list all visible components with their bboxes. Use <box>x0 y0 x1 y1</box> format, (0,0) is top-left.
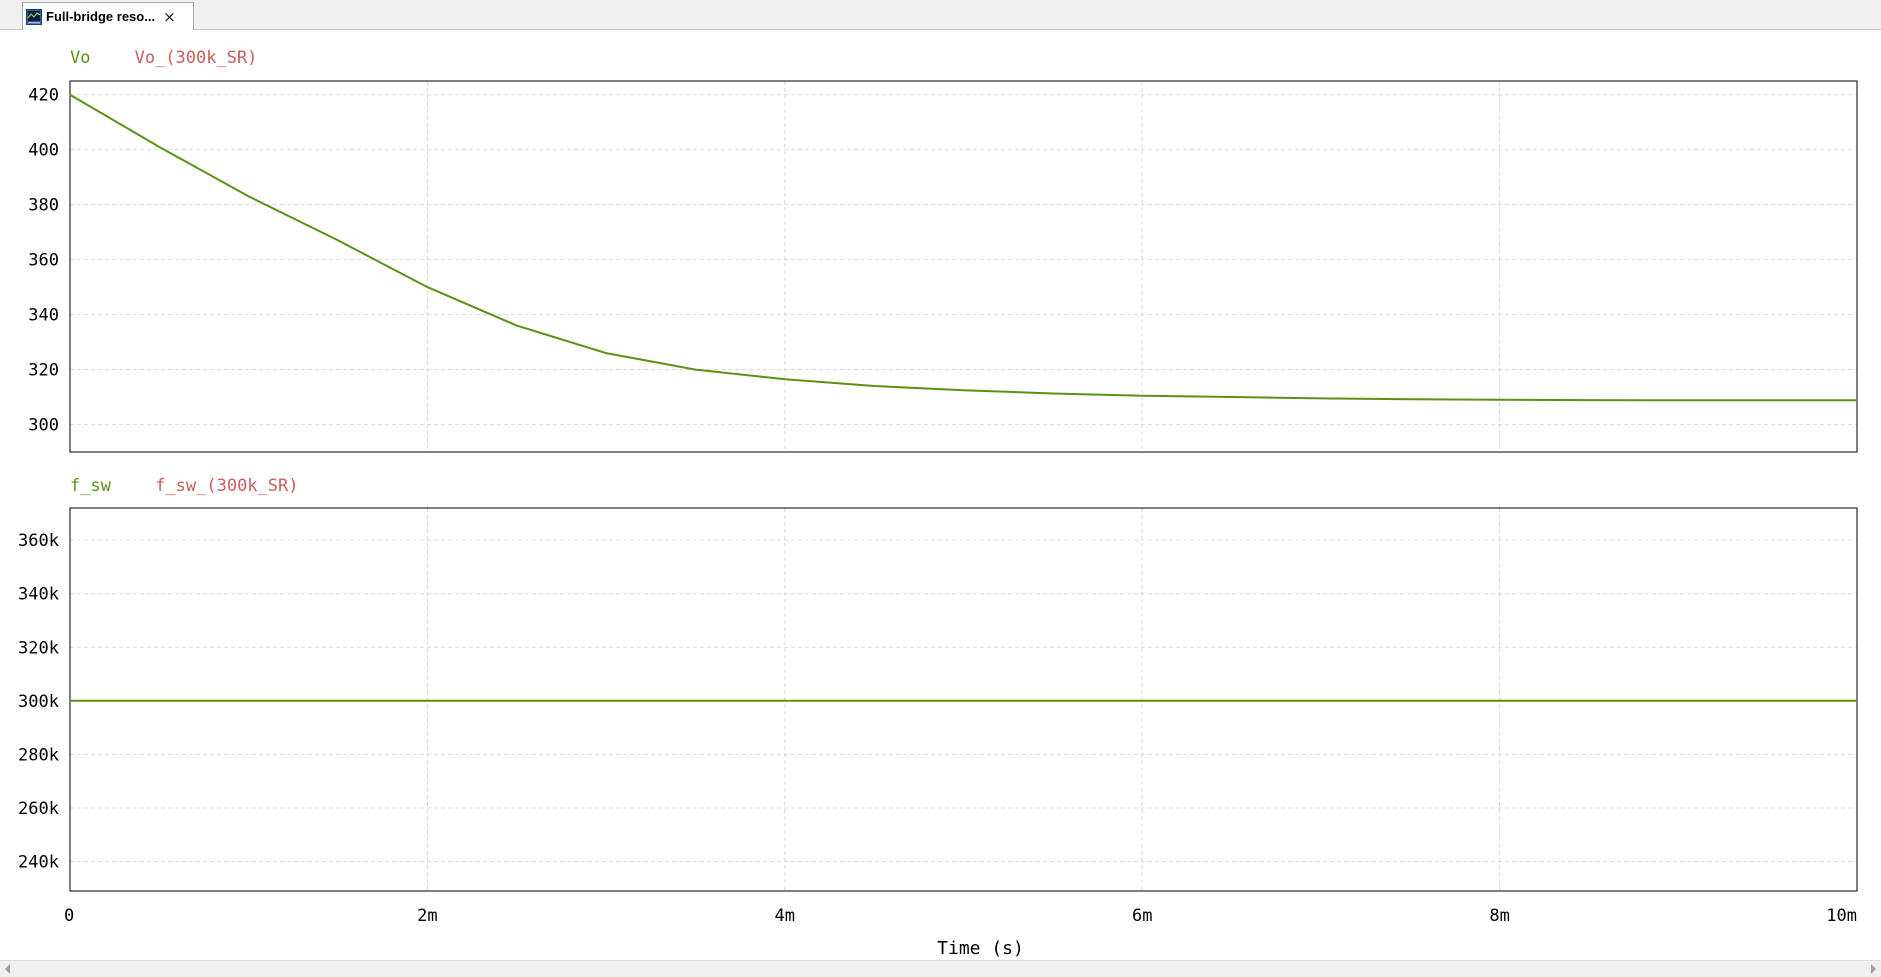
document-tab[interactable]: Full-bridge reso... × <box>22 2 194 30</box>
y-tick-label: 280k <box>18 745 59 765</box>
x-tick-label: 10m <box>1826 906 1857 926</box>
y-tick-label: 260k <box>18 799 59 819</box>
y-tick-label: 420 <box>28 86 59 106</box>
x-axis-label: Time (s) <box>937 938 1024 959</box>
waveform-plot-area: 300 320 340 360 380 400 420 Vo Vo_(300k_SR) 240k… <box>18 48 1858 959</box>
y-tick-label: 400 <box>28 141 59 161</box>
vo-panel: 300 320 340 360 380 400 420 Vo Vo_(300k_SR) <box>28 48 1858 453</box>
y-tick-label: 320k <box>18 638 59 658</box>
scroll-left-icon[interactable] <box>5 964 10 974</box>
y-tick-label: 380 <box>28 196 59 216</box>
y-tick-label: 360k <box>18 531 59 551</box>
y-tick-label: 360 <box>28 251 59 271</box>
x-tick-label: 6m <box>1132 906 1152 926</box>
x-tick-label: 2m <box>417 906 437 926</box>
legend-entry: Vo <box>70 48 90 68</box>
series-line-vo <box>69 93 1857 402</box>
y-tick-label: 300k <box>18 692 59 712</box>
waveform-viewer-icon <box>26 8 42 25</box>
y-tick-label: 320 <box>28 361 59 381</box>
x-tick-label: 4m <box>775 906 795 926</box>
scroll-right-icon[interactable] <box>1871 964 1876 974</box>
x-tick-label: 0 <box>64 906 74 926</box>
y-tick-label: 340 <box>28 306 59 326</box>
y-tick-label: 300 <box>28 416 59 436</box>
y-tick-label: 340k <box>18 585 59 605</box>
legend-entry: Vo_(300k_SR) <box>135 48 258 68</box>
y-tick-label: 240k <box>18 853 59 873</box>
plot-frame <box>69 507 1858 892</box>
close-icon[interactable]: × <box>163 8 176 26</box>
legend-entry: f_sw_(300k_SR) <box>155 476 298 496</box>
legend-entry: f_sw <box>70 476 112 496</box>
tab-title: Full-bridge reso... <box>46 9 156 24</box>
horizontal-scrollbar[interactable] <box>0 960 1881 977</box>
plot-frame <box>69 80 1858 453</box>
fsw-panel: 240k 260k 280k 300k 320k 340k 360k f_sw f_sw_(30… <box>18 476 1858 959</box>
document-tab-bar: Full-bridge reso... × <box>0 0 1881 30</box>
x-tick-label: 8m <box>1489 906 1509 926</box>
